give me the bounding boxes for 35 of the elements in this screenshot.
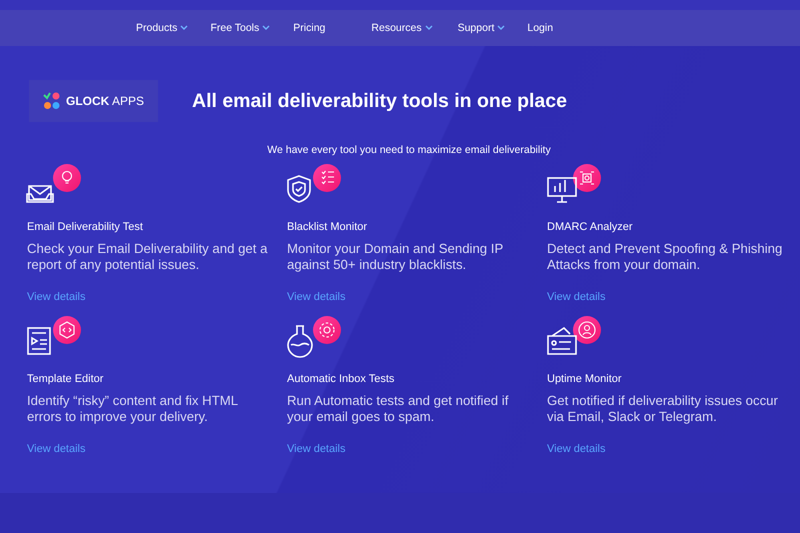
view-details-link[interactable]: View details xyxy=(287,443,346,455)
shield-with-checklist-icon xyxy=(287,164,342,204)
nav-link[interactable]: Login xyxy=(527,22,554,34)
view-details-link[interactable]: View details xyxy=(547,443,606,455)
tool-name: Email Deliverability Test xyxy=(27,221,144,233)
tool-description: Get notified if deliverability issues occur via Email, Slack or Telegram. xyxy=(547,393,779,425)
tool-name: DMARC Analyzer xyxy=(547,221,634,233)
tool-name: Uptime Monitor xyxy=(547,373,623,385)
envelope-with-bulb-icon xyxy=(27,164,82,204)
tool-description: Check your Email Deliverability and get a report of any potential issues. xyxy=(27,241,268,273)
page-subtitle: We have every tool you need to maximize email deliverability xyxy=(266,144,552,156)
page-title: All email deliverability tools in one place xyxy=(192,90,567,112)
flask-with-gear-icon xyxy=(287,316,342,356)
logo-mark-icon xyxy=(42,92,61,110)
nav-link[interactable]: Free Tools xyxy=(210,22,270,34)
nav-link[interactable]: Support xyxy=(458,22,506,34)
id-card-with-person-icon xyxy=(547,316,602,356)
tool-name: Blacklist Monitor xyxy=(287,221,368,233)
nav-link[interactable]: Resources xyxy=(371,22,433,34)
logo-text: GLOCK APPS xyxy=(66,94,144,108)
logo[interactable]: GLOCK APPS xyxy=(29,80,158,122)
monitor-with-chart-icon xyxy=(547,164,602,204)
nav-link[interactable]: Pricing xyxy=(293,22,326,34)
view-details-link[interactable]: View details xyxy=(27,291,86,303)
view-details-link[interactable]: View details xyxy=(547,291,606,303)
tool-description: Identify “risky” content and fix HTML errors to improve your delivery. xyxy=(27,393,239,425)
nav-link[interactable]: Products xyxy=(136,22,188,34)
tool-name: Automatic Inbox Tests xyxy=(287,373,396,385)
tool-description: Run Automatic tests and get notified if your email goes to spam. xyxy=(287,393,510,425)
view-details-link[interactable]: View details xyxy=(27,443,86,455)
document-with-code-badge-icon xyxy=(27,316,82,356)
tool-description: Detect and Prevent Spoofing & Phishing Attacks from your domain. xyxy=(547,241,784,273)
tool-description: Monitor your Domain and Sending IP against 50+ industry blacklists. xyxy=(287,241,504,273)
view-details-link[interactable]: View details xyxy=(287,291,346,303)
tool-name: Template Editor xyxy=(27,373,104,385)
